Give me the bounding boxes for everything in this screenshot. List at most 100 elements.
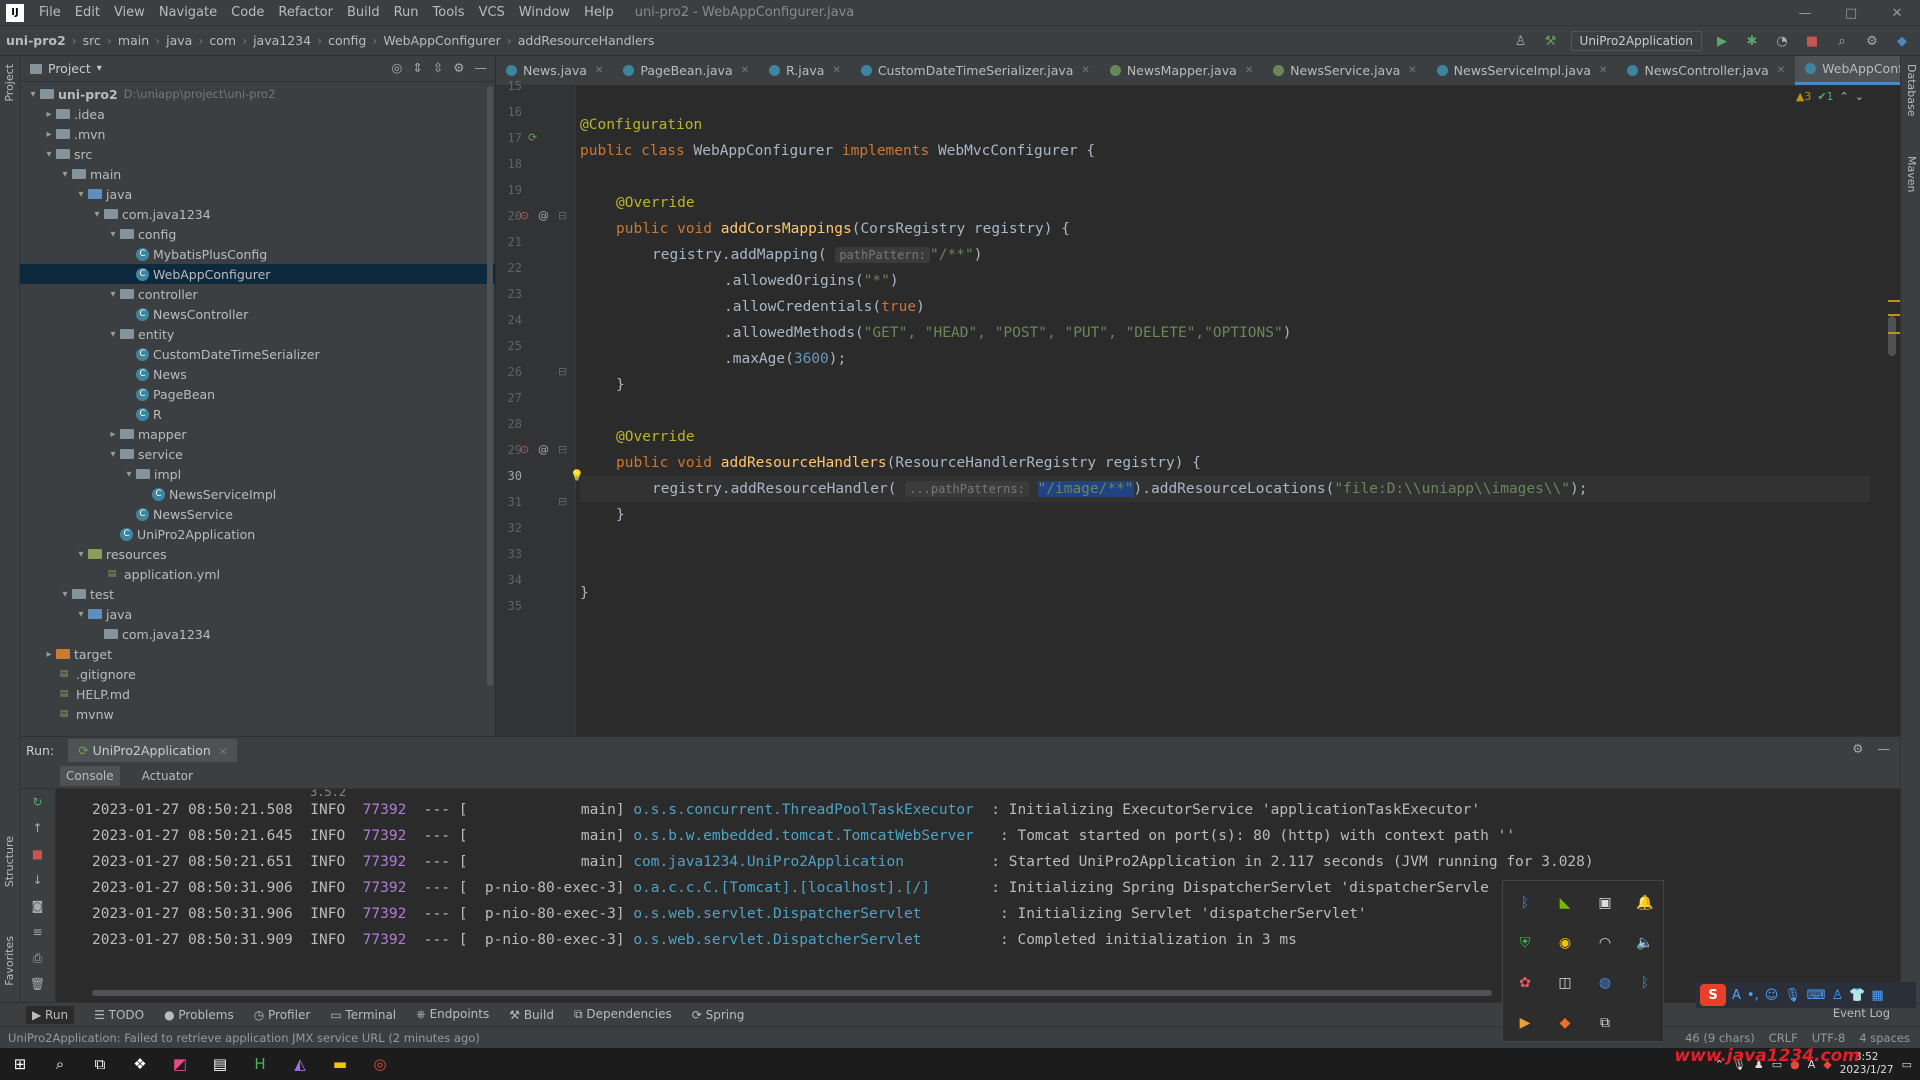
run-tab-application[interactable]: ⟳ UniPro2Application ✕ (68, 738, 238, 762)
editor-tab[interactable]: CustomDateTimeSerializer.java ✕ (851, 56, 1100, 85)
app-grid-icon[interactable]: ▣ (1585, 883, 1625, 923)
expand-arrow-icon[interactable]: ▾ (122, 469, 136, 480)
expand-arrow-icon[interactable]: ▾ (90, 209, 104, 220)
breadcrumb-item[interactable]: uni-pro2 (0, 33, 72, 48)
minimize-button[interactable]: — (1782, 0, 1828, 26)
arrow-down-icon[interactable]: ↓ (20, 867, 55, 893)
expand-arrow-icon[interactable]: ▾ (26, 89, 40, 100)
rerun-icon[interactable]: ↻ (20, 789, 55, 815)
gear-icon[interactable]: ⚙ (1852, 741, 1863, 756)
tree-folder-item[interactable]: ▸ target (20, 644, 495, 664)
caret-position[interactable]: 46 (9 chars) (1685, 1031, 1755, 1045)
tree-folder-item[interactable]: ▾ uni-pro2 D:\uniapp\project\uni-pro2 (20, 84, 495, 104)
expand-arrow-icon[interactable]: ▾ (106, 289, 120, 300)
close-icon[interactable]: ✕ (1408, 65, 1416, 76)
editor-tab[interactable]: NewsServiceImpl.java ✕ (1427, 56, 1618, 85)
breadcrumb-item[interactable]: addResourceHandlers (512, 33, 661, 48)
print-icon[interactable]: ⎙ (20, 945, 55, 971)
notepad-icon[interactable]: ▤ (200, 1048, 240, 1080)
close-icon[interactable]: ✕ (1245, 65, 1253, 76)
tree-class-item[interactable]: C NewsServiceImpl (20, 484, 495, 504)
tree-class-item[interactable]: C UniPro2Application (20, 524, 495, 544)
tool-window-problems[interactable]: ● Problems (164, 1008, 234, 1022)
hbuilder-icon[interactable]: H (240, 1048, 280, 1080)
tree-folder-item[interactable]: ▾ resources (20, 544, 495, 564)
search-icon[interactable]: ⌕ (40, 1048, 80, 1080)
tree-folder-item[interactable]: com.java1234 (20, 624, 495, 644)
tool-window-run[interactable]: ▶ Run (26, 1005, 75, 1024)
notification-icon[interactable]: ▭ (1902, 1058, 1912, 1071)
close-icon[interactable]: ✕ (1777, 65, 1785, 76)
tree-folder-item[interactable]: ▾ main (20, 164, 495, 184)
close-button[interactable]: ✕ (1874, 0, 1920, 26)
trash-icon[interactable]: 🗑 (20, 971, 55, 997)
intellij-taskbar-icon[interactable]: ◩ (160, 1048, 200, 1080)
menu-code[interactable]: Code (224, 5, 271, 20)
build-hammer-icon[interactable]: ⚒ (1541, 31, 1561, 51)
tree-class-item[interactable]: C NewsController (20, 304, 495, 324)
editor-tab[interactable]: NewsController.java ✕ (1617, 56, 1795, 85)
media-app-icon[interactable]: ▶ (1505, 1003, 1545, 1043)
tree-folder-item[interactable]: ▾ com.java1234 (20, 204, 495, 224)
expand-arrow-icon[interactable]: ▾ (74, 189, 88, 200)
editor-tab[interactable]: WebAppConfigurer.java✕ (1795, 56, 1900, 85)
menu-file[interactable]: File (32, 5, 68, 20)
tree-class-item[interactable]: CR (20, 404, 495, 424)
fold-marker-icon[interactable]: ⊟ (558, 365, 567, 378)
expand-arrow-icon[interactable]: ▸ (42, 109, 56, 120)
expand-arrow-icon[interactable]: ▾ (42, 149, 56, 160)
camera-icon[interactable]: ◙ (20, 893, 55, 919)
tree-file-item[interactable]: ▤ HELP.md (20, 684, 495, 704)
arrow-up-icon[interactable]: ↑ (20, 815, 55, 841)
bluetooth-app-icon[interactable]: ᛒ (1625, 963, 1665, 1003)
tree-folder-item[interactable]: ▾ test (20, 584, 495, 604)
menu-vcs[interactable]: VCS (472, 5, 512, 20)
tool-window-spring[interactable]: ⟳ Spring (692, 1008, 745, 1022)
tool-window-endpoints[interactable]: ⎈ Endpoints (416, 1007, 489, 1022)
event-log-button[interactable]: Event Log (1833, 1006, 1890, 1020)
wifi-icon[interactable]: ◠ (1585, 923, 1625, 963)
editor-tab[interactable]: R.java ✕ (759, 56, 851, 85)
ime-toolbar[interactable]: S A •, ☺ 🎙 ⌨ ♙ 👕 ▦ (1696, 982, 1916, 1008)
ime-skin-icon[interactable]: 👕 (1849, 988, 1865, 1003)
coverage-icon[interactable]: ◔ (1772, 31, 1792, 51)
line-separator[interactable]: CRLF (1769, 1031, 1798, 1045)
tree-folder-item[interactable]: ▾ src (20, 144, 495, 164)
visual-studio-icon[interactable]: ◭ (280, 1048, 320, 1080)
error-stripe-mark[interactable] (1888, 332, 1900, 334)
menu-edit[interactable]: Edit (68, 5, 107, 20)
notification-bell-icon[interactable]: 🔔 (1625, 883, 1665, 923)
maven-tool-tab[interactable]: Maven (1905, 156, 1918, 192)
tool-window-terminal[interactable]: ▭ Terminal (330, 1008, 396, 1022)
database-tool-tab[interactable]: Database (1905, 64, 1918, 117)
menu-view[interactable]: View (107, 5, 152, 20)
norton-icon[interactable]: ◉ (1545, 923, 1585, 963)
search-icon[interactable]: ⌕ (1832, 31, 1852, 51)
tree-class-item[interactable]: C WebAppConfigurer (20, 264, 495, 284)
security-shield-icon[interactable]: ⛨ (1505, 923, 1545, 963)
tree-folder-item[interactable]: ▸ .idea (20, 104, 495, 124)
tree-scrollbar[interactable] (487, 86, 493, 686)
locate-icon[interactable]: ◎ (391, 60, 402, 75)
chevron-down-icon[interactable]: ▾ (97, 63, 102, 74)
tree-class-item[interactable]: C CustomDateTimeSerializer (20, 344, 495, 364)
tree-class-item[interactable]: C PageBean (20, 384, 495, 404)
hide-icon[interactable]: — (475, 60, 488, 75)
override-icon[interactable]: ⊙ (520, 209, 529, 222)
expand-all-icon[interactable]: ⇕ (412, 60, 422, 75)
menu-window[interactable]: Window (512, 5, 577, 20)
tree-folder-item[interactable]: ▾ config (20, 224, 495, 244)
at-icon[interactable]: @ (538, 209, 549, 222)
update-icon[interactable]: ◆ (1892, 31, 1912, 51)
menu-build[interactable]: Build (340, 5, 387, 20)
expand-arrow-icon[interactable]: ▾ (106, 329, 120, 340)
tree-folder-item[interactable]: ▾ service (20, 444, 495, 464)
ime-user-icon[interactable]: ♙ (1832, 988, 1844, 1003)
ime-voice-icon[interactable]: 🎙 (1784, 988, 1801, 1003)
menu-navigate[interactable]: Navigate (152, 5, 224, 20)
editor-scrollbar[interactable] (1888, 316, 1896, 356)
structure-tool-tab[interactable]: Structure (3, 836, 16, 887)
project-tool-tab[interactable]: Project (3, 64, 16, 102)
tree-file-item[interactable]: ▤ mvnw (20, 704, 495, 724)
task-view-icon[interactable]: ⧉ (80, 1048, 120, 1080)
